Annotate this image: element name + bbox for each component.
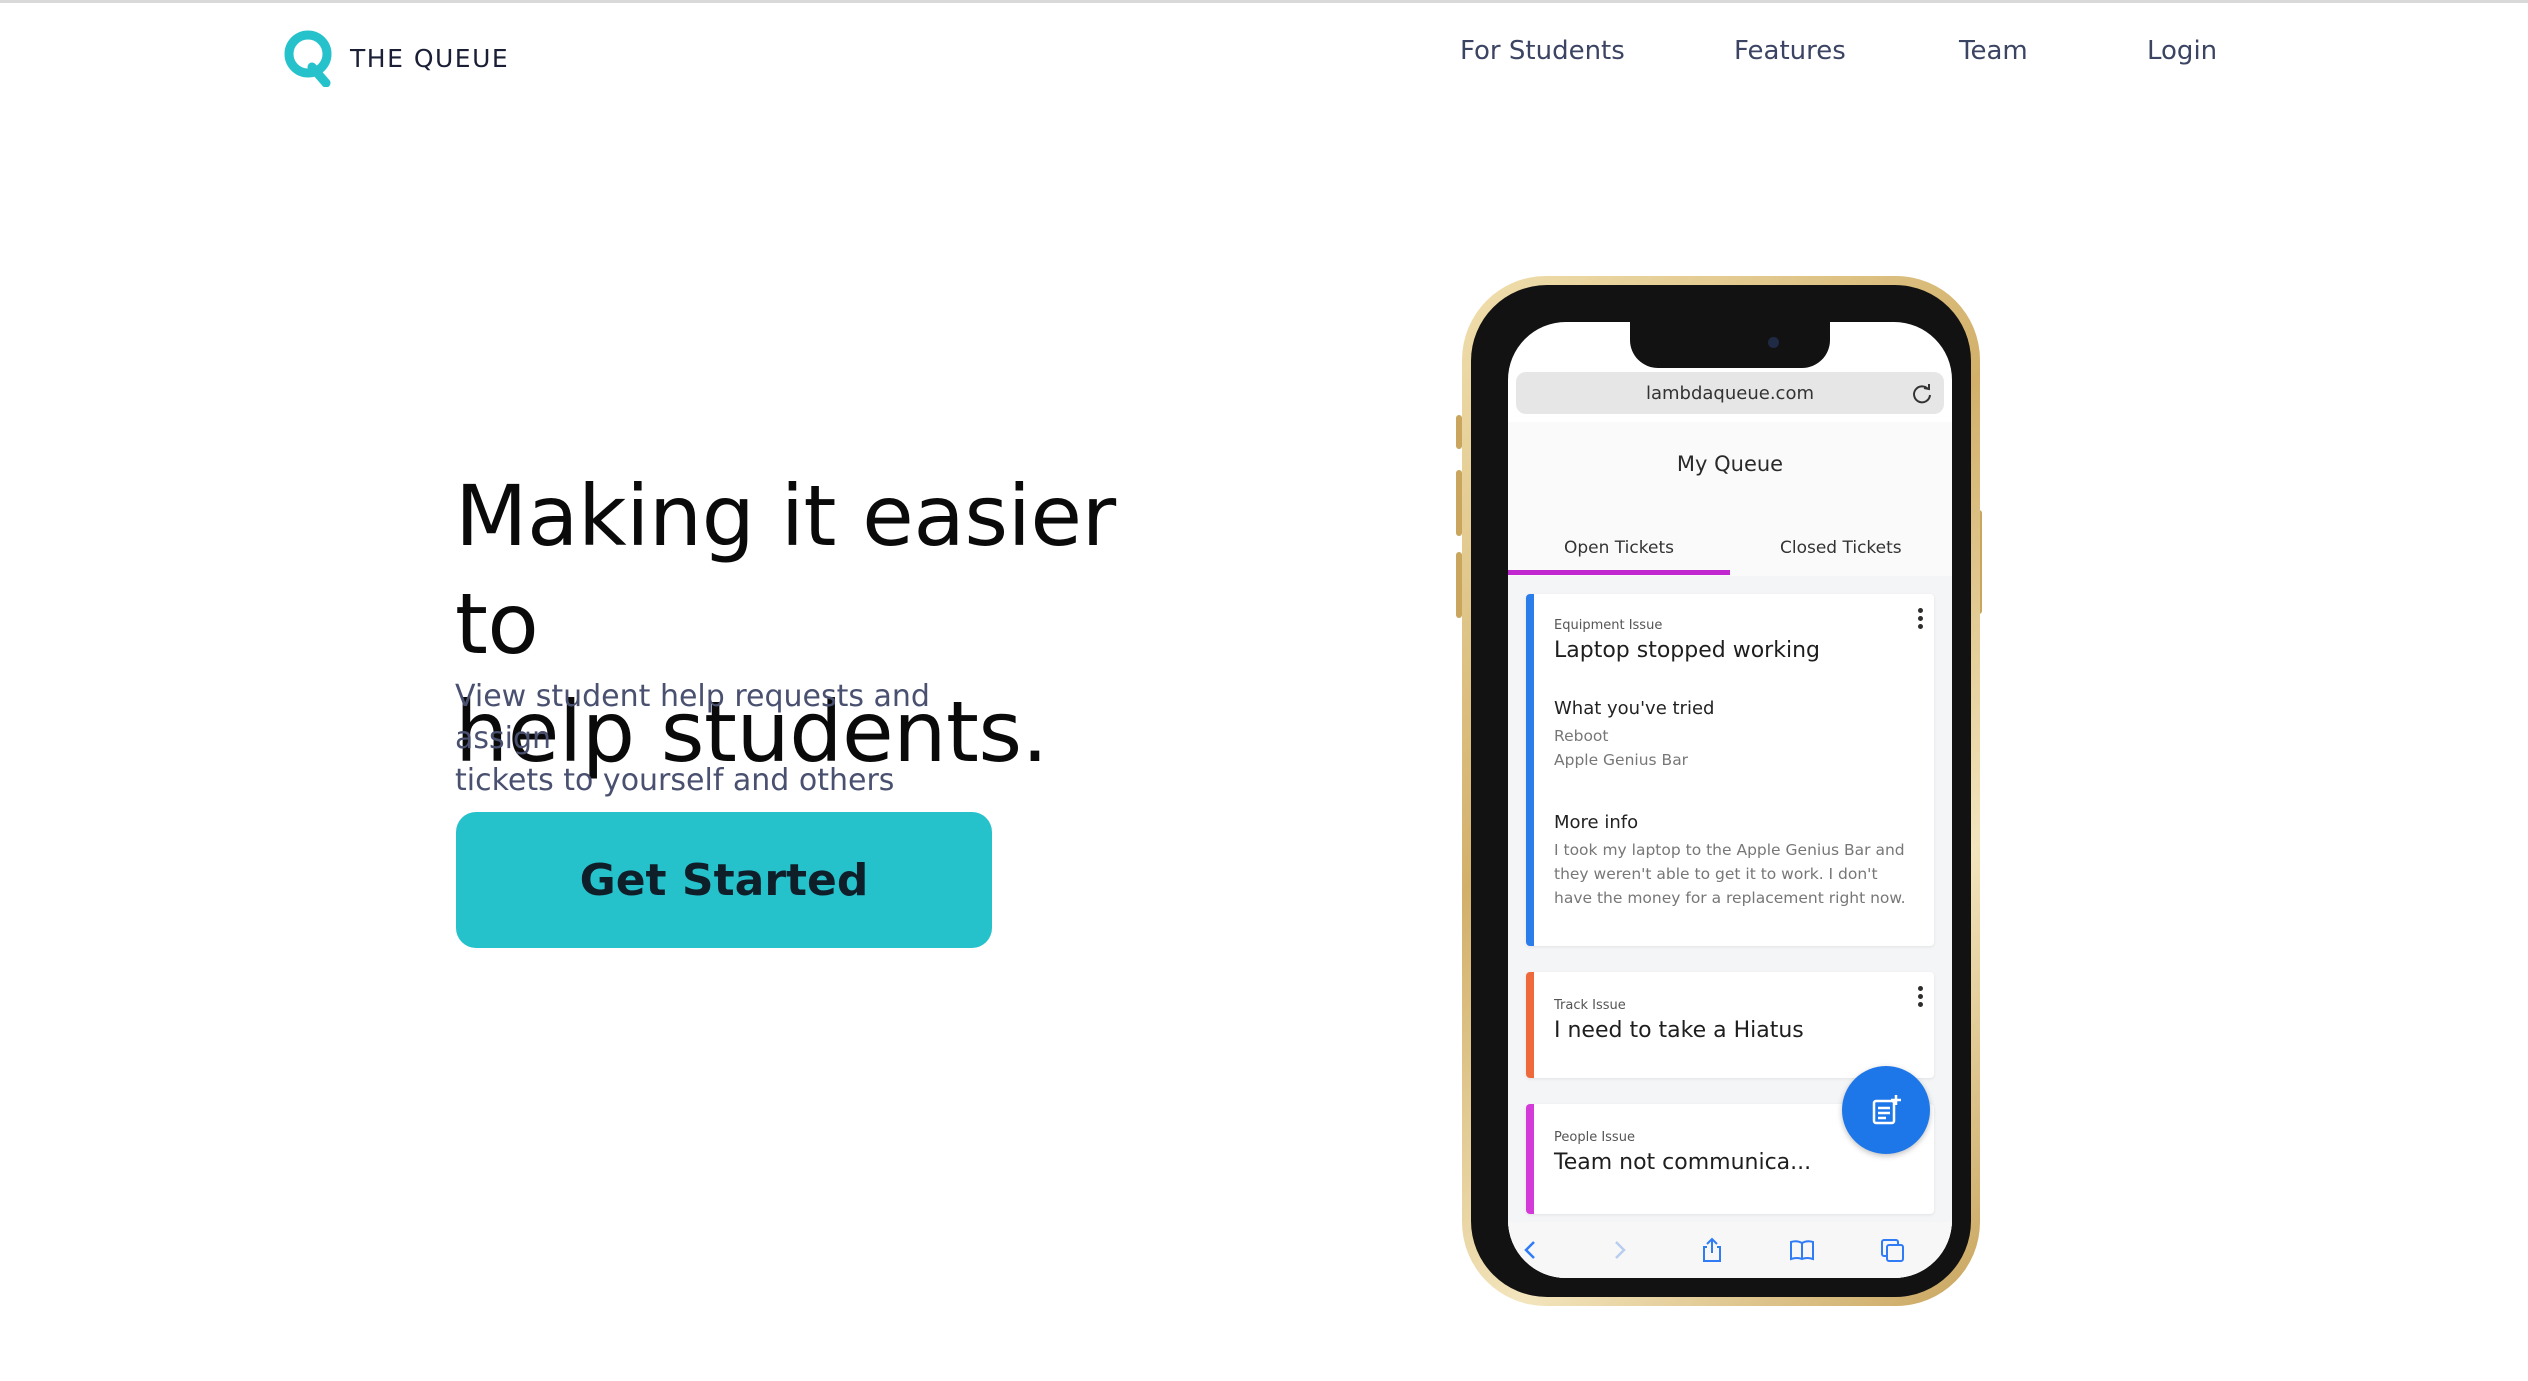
nav-features[interactable]: Features [1734,36,1846,66]
tried-item: Apple Genius Bar [1554,751,1689,769]
ticket-color-bar [1526,1104,1534,1214]
active-tab-indicator [1508,570,1730,575]
tab-open-tickets[interactable]: Open Tickets [1564,538,1674,558]
info-line: have the money for a replacement right n… [1554,889,1906,907]
phone-mockup: lambdaqueue.com My Queue Open Tickets Cl… [1462,276,1980,1306]
hero-subtitle-line-2: tickets to yourself and others [455,763,895,798]
tabs-icon[interactable] [1878,1236,1906,1264]
tried-item: Reboot [1554,727,1609,745]
app-header: My Queue [1508,422,1952,520]
reload-icon[interactable] [1910,381,1934,405]
screen-title: My Queue [1676,452,1784,476]
ticket-title: Laptop stopped working [1554,638,1820,663]
phone-bezel: lambdaqueue.com My Queue Open Tickets Cl… [1471,285,1971,1297]
hero-subtitle-line-1: View student help requests and assign [455,679,930,756]
info-line: I took my laptop to the Apple Genius Bar… [1554,841,1905,859]
ticket-color-bar [1526,594,1534,946]
main-nav: For Students Features Team Login [0,36,2528,76]
ticket-tabs: Open Tickets Closed Tickets [1508,520,1952,576]
ticket-title: I need to take a Hiatus [1554,1018,1804,1043]
top-border [0,0,2528,3]
bookmarks-icon[interactable] [1788,1236,1816,1264]
browser-url-bar[interactable]: lambdaqueue.com [1516,372,1944,414]
ticket-category: People Issue [1554,1130,1635,1145]
ticket-color-bar [1526,972,1534,1078]
ticket-title: Team not communica... [1554,1150,1812,1175]
tried-heading: What you've tried [1554,698,1715,719]
new-ticket-icon [1872,1095,1901,1125]
nav-login[interactable]: Login [2147,36,2217,66]
info-line: they weren't able to get it to work. I d… [1554,865,1878,883]
camera-icon [1768,337,1779,348]
hero-title-line-1: Making it easier to [455,467,1116,673]
tab-closed-tickets[interactable]: Closed Tickets [1780,538,1902,558]
nav-for-students[interactable]: For Students [1460,36,1625,66]
ticket-category: Equipment Issue [1554,618,1663,633]
phone-screen: lambdaqueue.com My Queue Open Tickets Cl… [1508,322,1952,1278]
new-ticket-button[interactable] [1842,1066,1930,1154]
ticket-category: Track Issue [1554,998,1626,1013]
back-icon[interactable] [1516,1236,1544,1264]
get-started-button[interactable]: Get Started [456,812,992,948]
browser-url: lambdaqueue.com [1645,382,1814,404]
more-options-icon[interactable] [1916,608,1924,632]
nav-team[interactable]: Team [1959,36,2028,66]
ticket-card[interactable]: Equipment Issue Laptop stopped working W… [1526,594,1934,946]
forward-icon[interactable] [1606,1236,1634,1264]
hero-subtitle: View student help requests and assign ti… [455,676,1015,802]
ticket-card[interactable]: Track Issue I need to take a Hiatus [1526,972,1934,1078]
browser-toolbar [1508,1222,1952,1278]
phone-notch [1630,322,1830,368]
more-options-icon[interactable] [1916,986,1924,1010]
info-heading: More info [1554,812,1639,833]
share-icon[interactable] [1698,1236,1726,1264]
